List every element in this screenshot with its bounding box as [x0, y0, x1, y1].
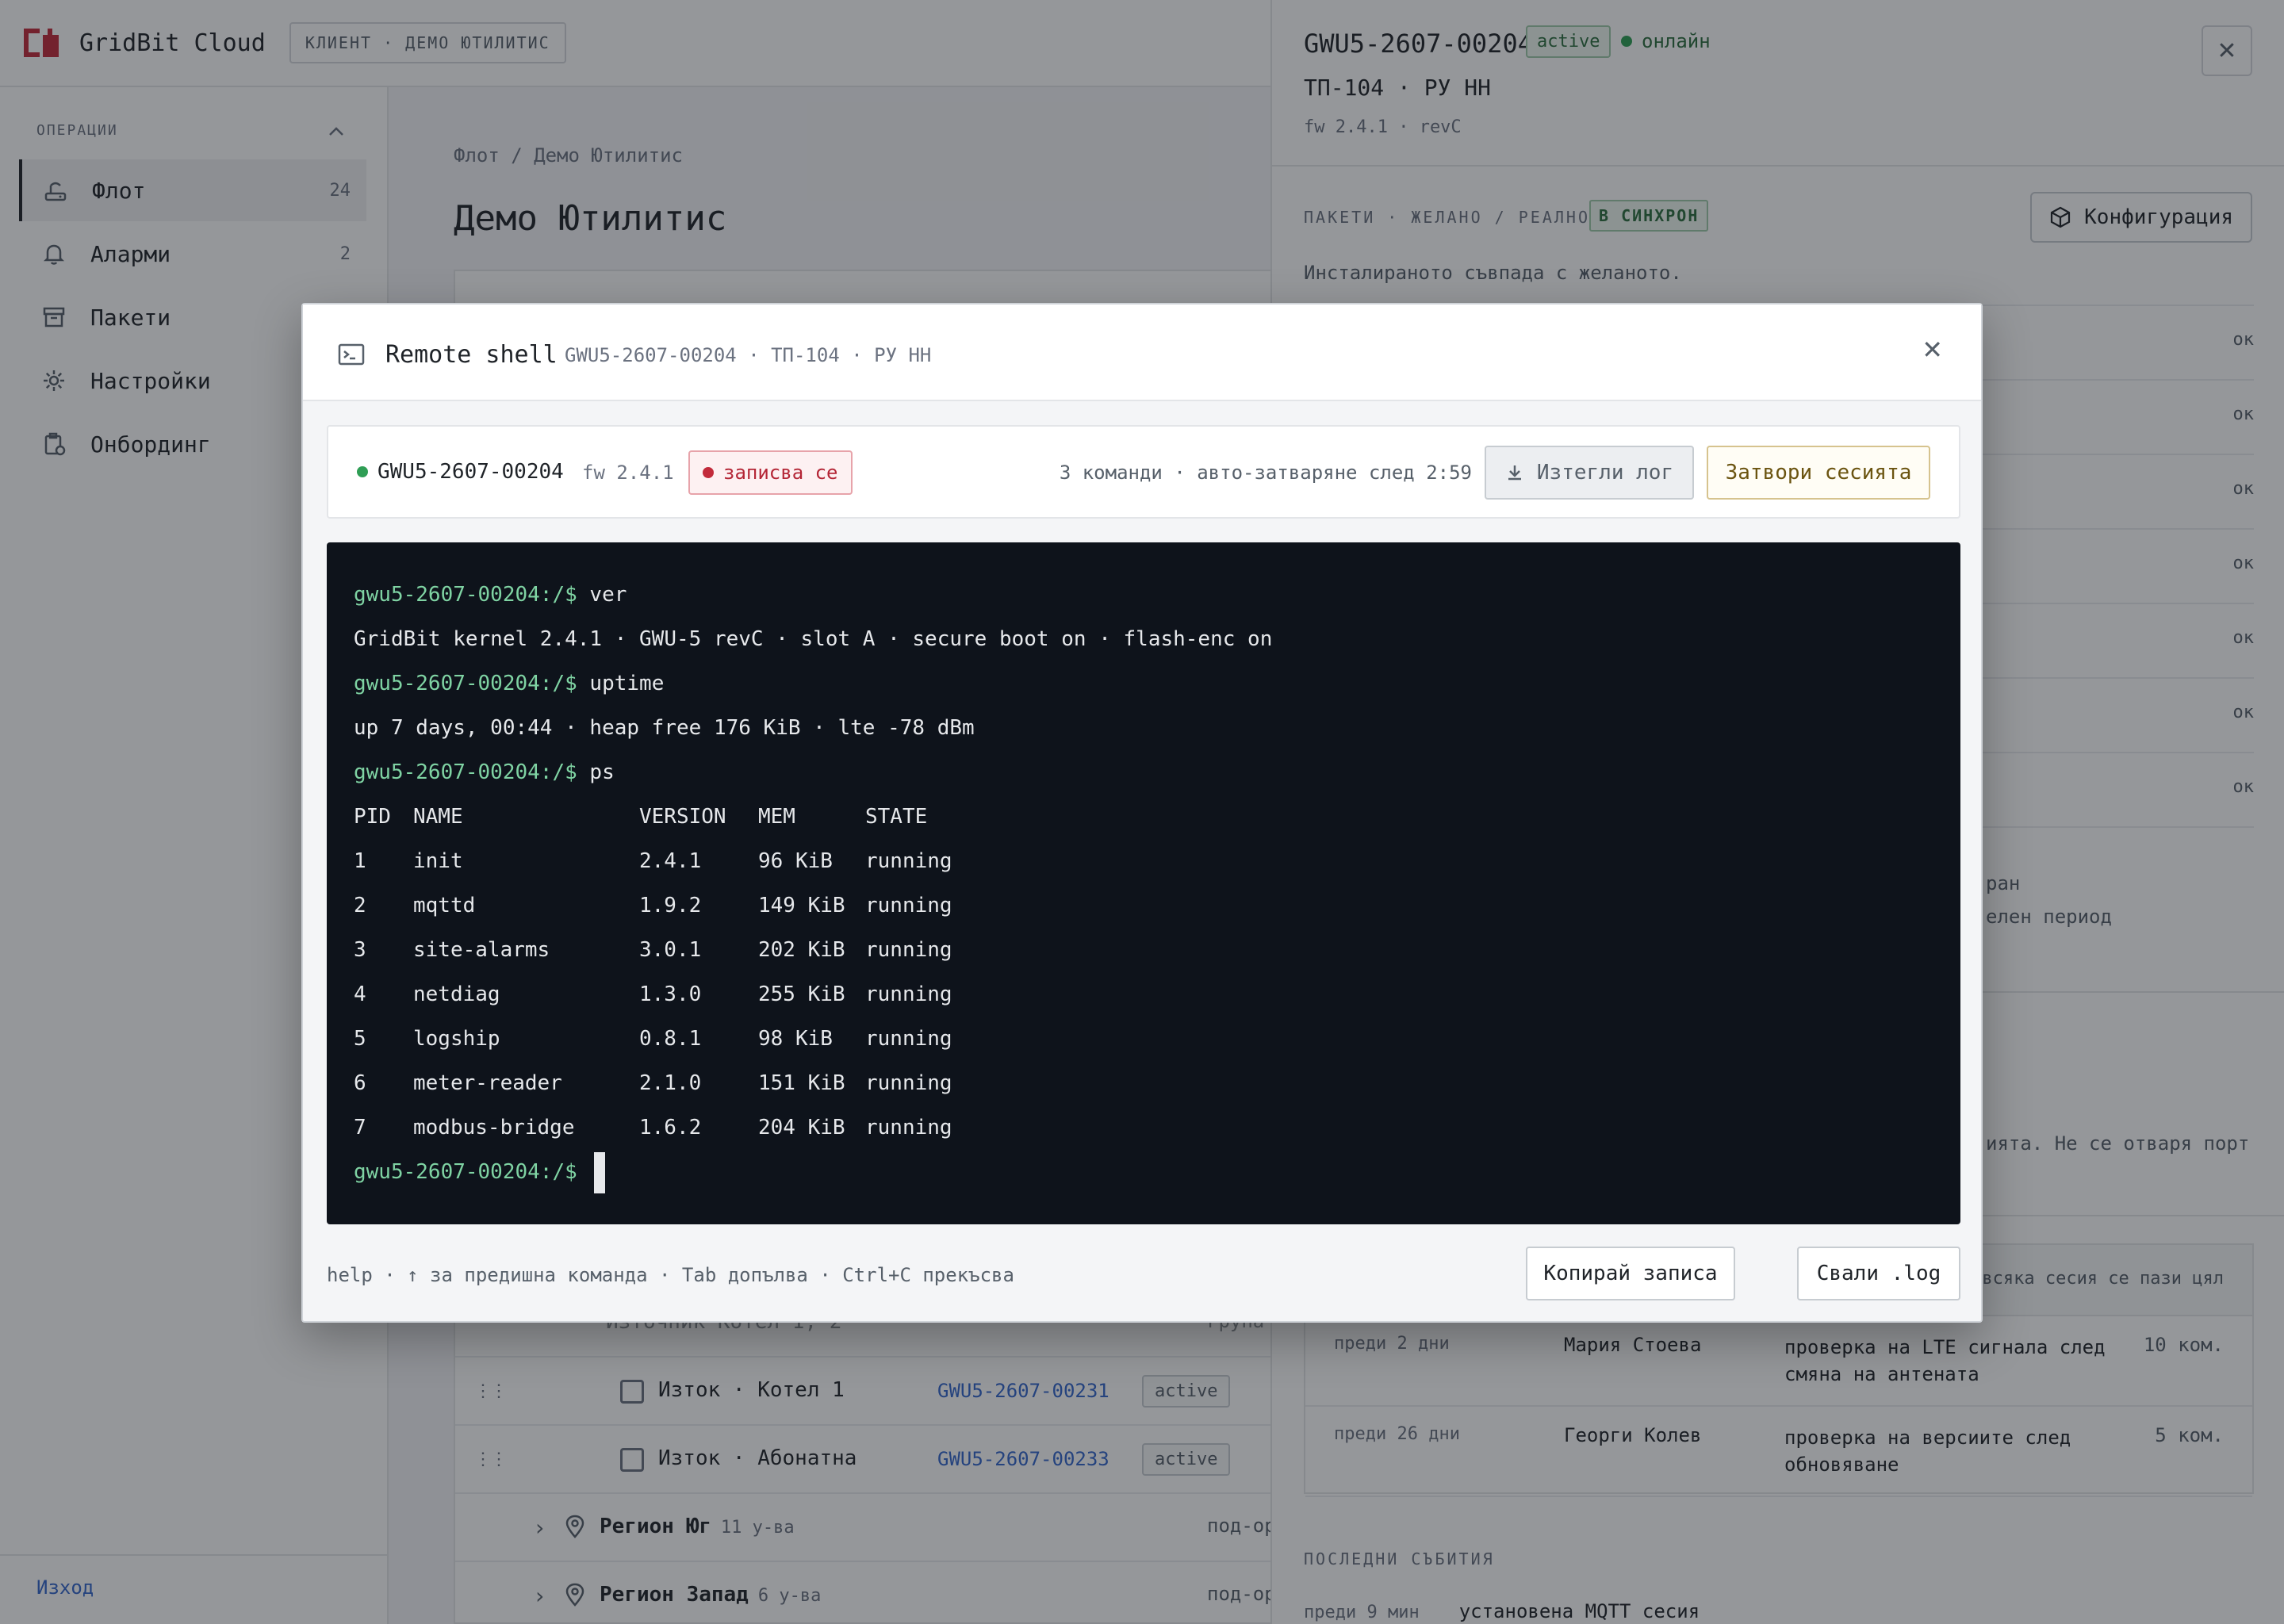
- download-log-file-button[interactable]: Свали .log: [1797, 1247, 1960, 1300]
- recording-badge: записва се: [688, 450, 853, 495]
- terminal-prompt: gwu5-2607-00204:/$: [354, 583, 577, 607]
- terminal-prompt: gwu5-2607-00204:/$: [354, 1160, 577, 1184]
- dialog-header: Remote shell GWU5-2607-00204 · ТП-104 · …: [303, 304, 1981, 401]
- recording-dot-icon: [703, 467, 714, 478]
- terminal-line: gwu5-2607-00204:/$ ps: [354, 750, 1933, 795]
- ps-row: 2 mqttd 1.9.2 149 KiB running: [354, 894, 952, 917]
- close-dialog-button[interactable]: ✕: [1922, 335, 1943, 365]
- terminal-command: uptime: [589, 672, 665, 695]
- terminal-prompt: gwu5-2607-00204:/$: [354, 760, 577, 784]
- terminal-cursor: [594, 1151, 606, 1193]
- ps-row: 7 modbus-bridge 1.6.2 204 KiB running: [354, 1116, 952, 1139]
- session-meta: 3 команди · авто-затваряне след 2:59: [1059, 462, 1472, 484]
- keyboard-hint: help · ↑ за предишна команда · Tab допъл…: [327, 1264, 1014, 1286]
- ps-header: PID NAME VERSION MEM STATE: [354, 805, 928, 829]
- online-dot-icon: [357, 466, 368, 477]
- terminal-command: ps: [589, 760, 615, 784]
- terminal-line: gwu5-2607-00204:/$ uptime: [354, 661, 1933, 706]
- ps-row: 1 init 2.4.1 96 KiB running: [354, 849, 952, 873]
- ps-row: 4 netdiag 1.3.0 255 KiB running: [354, 982, 952, 1006]
- download-icon: [1508, 465, 1521, 481]
- dialog-title: Remote shell: [385, 341, 558, 369]
- session-bar: GWU5-2607-00204 fw 2.4.1 записва се 3 ко…: [327, 425, 1960, 519]
- terminal-icon: [338, 343, 365, 366]
- dialog-footer: help · ↑ за предишна команда · Tab допъл…: [327, 1247, 1960, 1302]
- terminal-output-line: GridBit kernel 2.4.1 · GWU-5 revC · slot…: [354, 627, 1273, 651]
- terminal-prompt: gwu5-2607-00204:/$: [354, 672, 577, 695]
- terminal-input-line[interactable]: gwu5-2607-00204:/$: [354, 1150, 1933, 1194]
- terminal-command: ver: [589, 583, 627, 607]
- remote-shell-dialog: Remote shell GWU5-2607-00204 · ТП-104 · …: [301, 303, 1983, 1323]
- ps-row: 5 logship 0.8.1 98 KiB running: [354, 1027, 952, 1051]
- session-device: GWU5-2607-00204: [357, 460, 564, 484]
- terminal-line: gwu5-2607-00204:/$ ver: [354, 573, 1933, 617]
- terminal-output-line: up 7 days, 00:44 · heap free 176 KiB · l…: [354, 716, 975, 740]
- ps-row: 3 site-alarms 3.0.1 202 KiB running: [354, 938, 952, 962]
- ps-row: 6 meter-reader 2.1.0 151 KiB running: [354, 1071, 952, 1095]
- close-session-button[interactable]: Затвори сесията: [1707, 446, 1930, 500]
- copy-record-button[interactable]: Копирай записа: [1526, 1247, 1735, 1300]
- session-firmware: fw 2.4.1: [582, 462, 674, 484]
- terminal-output[interactable]: gwu5-2607-00204:/$ ver GridBit kernel 2.…: [327, 542, 1960, 1224]
- download-log-button[interactable]: Изтегли лог: [1485, 446, 1694, 500]
- dialog-subtitle: GWU5-2607-00204 · ТП-104 · РУ НН: [565, 344, 932, 366]
